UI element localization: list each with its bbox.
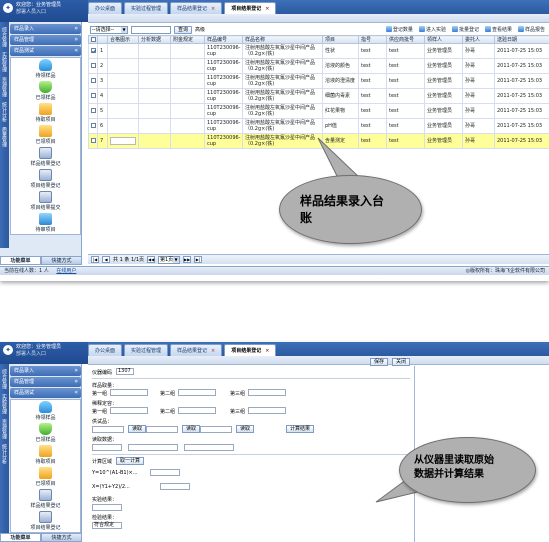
callout-line: 样品结果录入台 <box>300 194 385 208</box>
callout-bubble: 样品结果录入台 账 <box>279 175 422 244</box>
callout-bubble-2: 从仪器里读取原始 数据并计算结果 <box>399 437 536 503</box>
callout-line: 账 <box>300 211 313 225</box>
callout-line: 数据并计算结果 <box>414 469 484 480</box>
screenshot-result-ledger: ✦ 欢迎您：业务管理员 部署人员入口 办公桌面 实验过程管理 样品结果登记 × 项… <box>0 0 549 281</box>
callout-pointer <box>317 137 362 179</box>
callout-line: 从仪器里读取原始 <box>414 455 494 466</box>
